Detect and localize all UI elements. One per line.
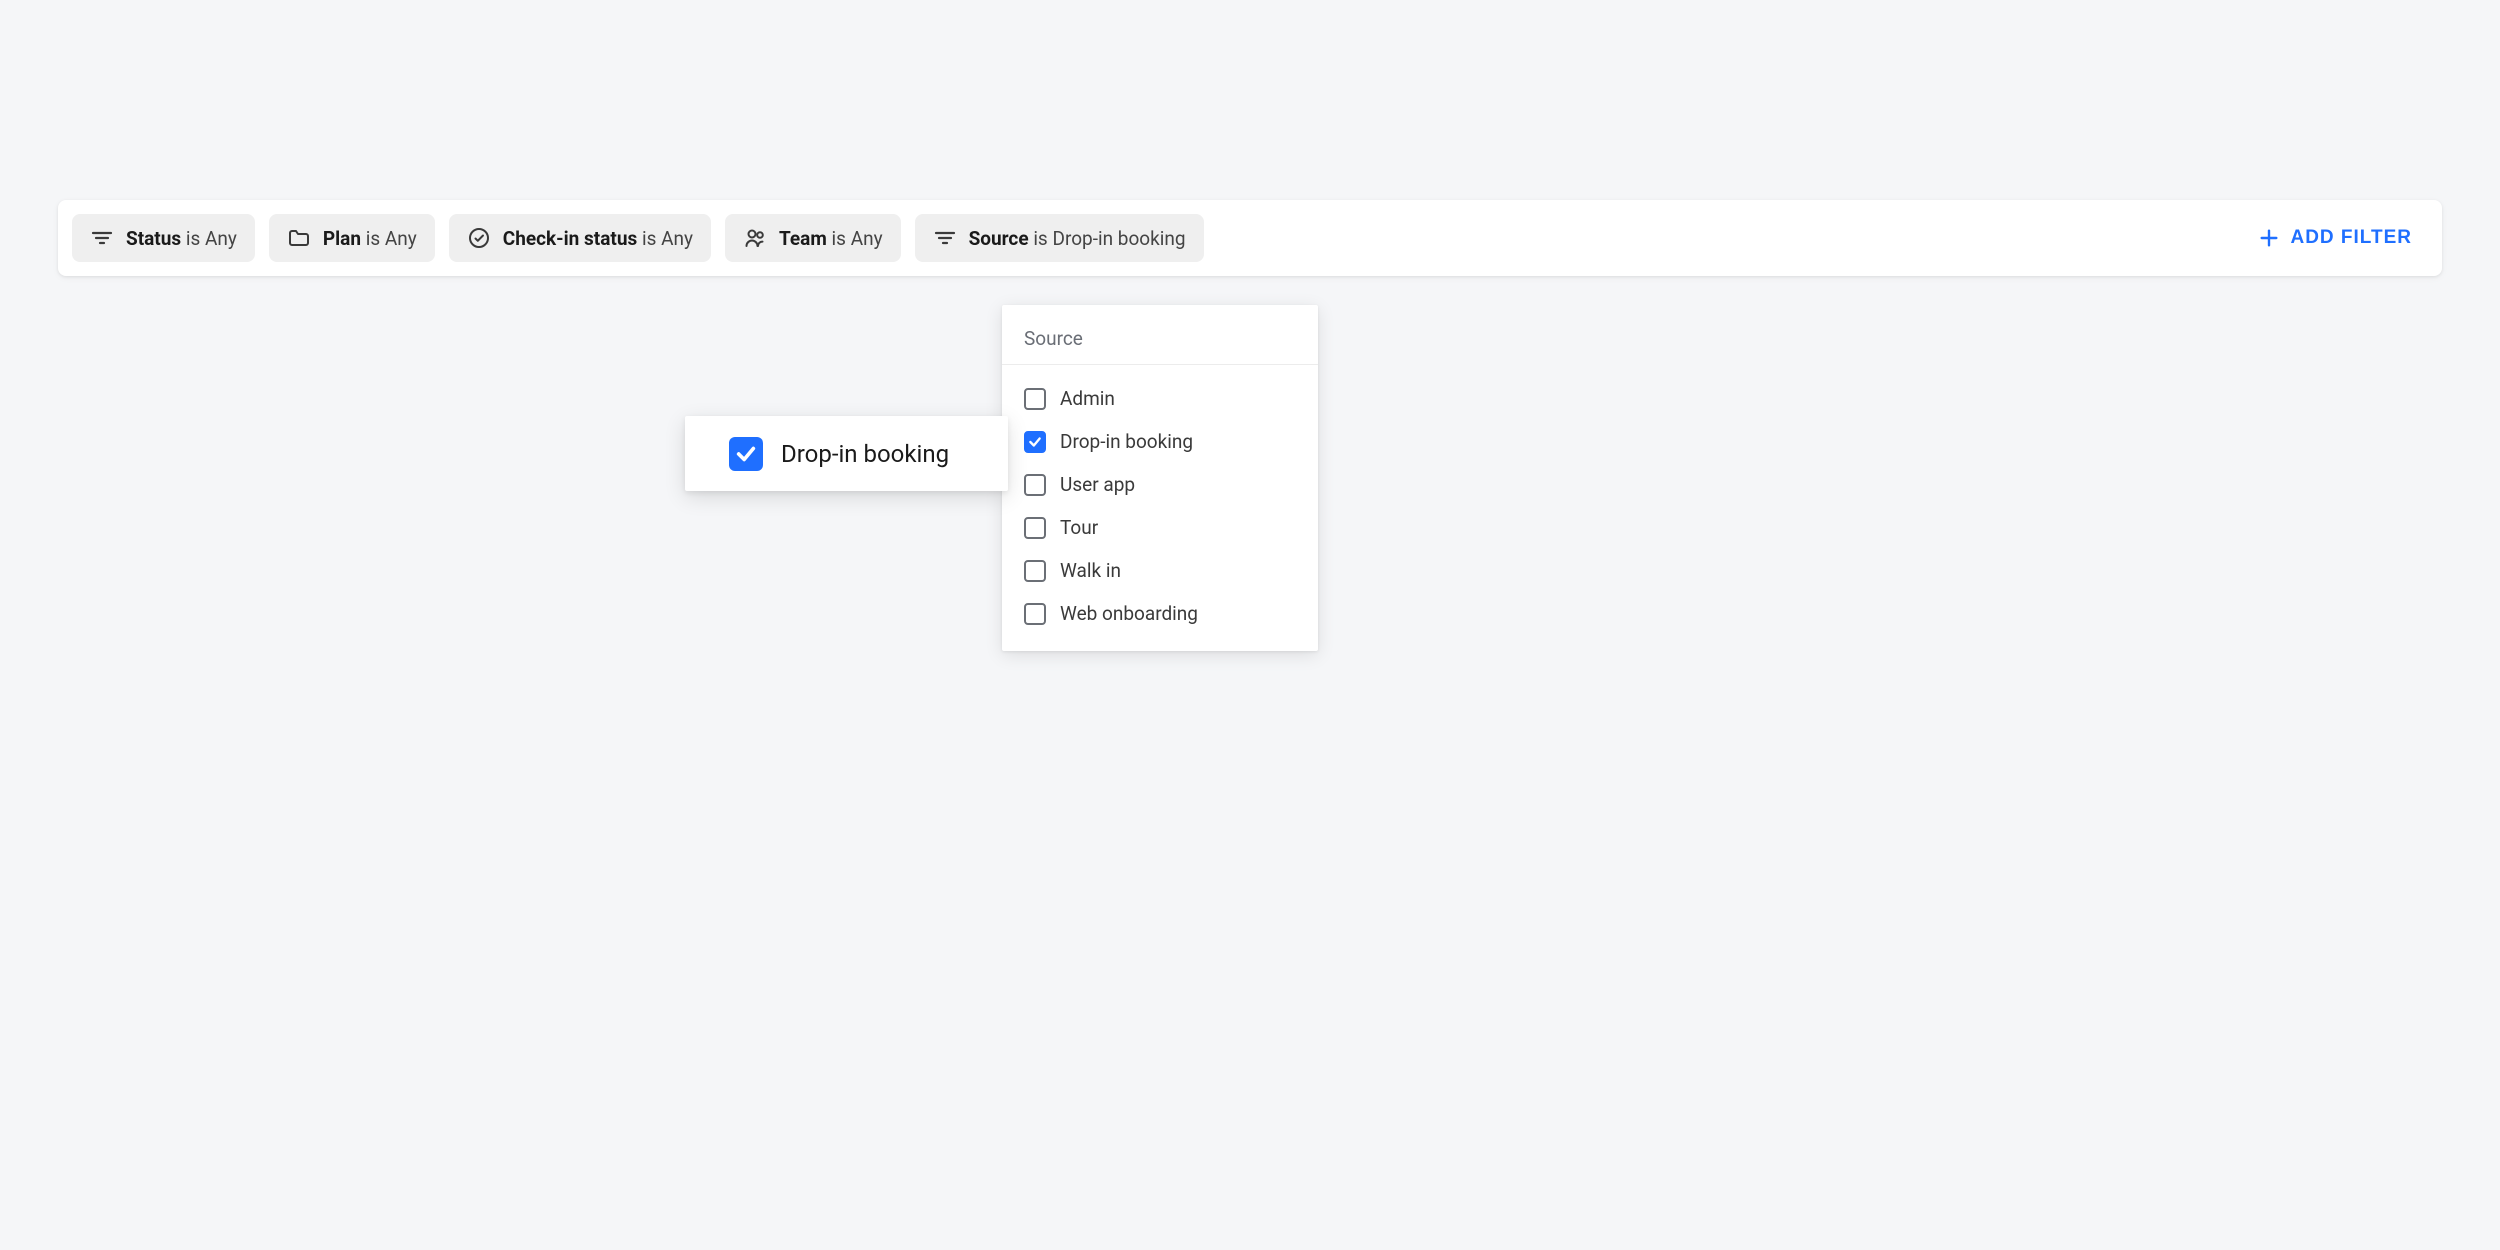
chip-text: Source is Drop-in booking [969, 227, 1186, 250]
checkbox[interactable] [1024, 603, 1046, 625]
highlight-label: Drop-in booking [781, 440, 949, 468]
dropdown-item-label: Drop-in booking [1060, 430, 1193, 453]
dropdown-items: Admin Drop-in booking User app Tour Walk… [1002, 365, 1318, 651]
chip-operator: is [832, 227, 846, 250]
filter-chip-plan[interactable]: Plan is Any [269, 214, 435, 262]
filter-icon [933, 226, 957, 250]
chip-text: Check-in status is Any [503, 227, 693, 250]
chip-operator: is [366, 227, 380, 250]
check-circle-icon [467, 226, 491, 250]
chip-label: Check-in status [503, 227, 637, 250]
dropdown-item-label: Walk in [1060, 559, 1121, 582]
chip-text: Status is Any [126, 227, 237, 250]
filter-bar: Status is Any Plan is Any Check-in statu… [58, 200, 2442, 276]
checkbox[interactable] [1024, 560, 1046, 582]
dropdown-item-tour[interactable]: Tour [1002, 506, 1318, 549]
chip-value: Any [661, 227, 693, 250]
chip-text: Plan is Any [323, 227, 417, 250]
dropdown-item-label: User app [1060, 473, 1135, 496]
plus-icon [2258, 227, 2280, 249]
source-dropdown: Source Admin Drop-in booking User app To… [1002, 305, 1318, 651]
dropdown-item-label: Web onboarding [1060, 602, 1198, 625]
dropdown-title: Source [1002, 305, 1318, 365]
dropdown-item-label: Tour [1060, 516, 1098, 539]
dropdown-item-walk-in[interactable]: Walk in [1002, 549, 1318, 592]
filter-chip-status[interactable]: Status is Any [72, 214, 255, 262]
chip-text: Team is Any [779, 227, 883, 250]
folder-icon [287, 226, 311, 250]
chip-operator: is [642, 227, 656, 250]
checkbox[interactable] [1024, 474, 1046, 496]
chip-label: Source [969, 227, 1029, 250]
add-filter-label: ADD FILTER [2290, 227, 2412, 249]
chip-label: Status [126, 227, 181, 250]
filter-icon [90, 226, 114, 250]
chip-label: Team [779, 227, 827, 250]
chip-value: Any [851, 227, 883, 250]
checkbox[interactable] [1024, 388, 1046, 410]
dropdown-item-label: Admin [1060, 387, 1115, 410]
chip-value: Drop-in booking [1052, 227, 1185, 250]
add-filter-button[interactable]: ADD FILTER [2242, 215, 2428, 261]
checkbox-checked[interactable] [729, 437, 763, 471]
dropdown-item-web-onboarding[interactable]: Web onboarding [1002, 592, 1318, 635]
chip-value: Any [205, 227, 237, 250]
dropdown-item-drop-in-booking[interactable]: Drop-in booking [1002, 420, 1318, 463]
highlight-card: Drop-in booking [685, 416, 1008, 491]
filter-chip-team[interactable]: Team is Any [725, 214, 901, 262]
filter-chip-source[interactable]: Source is Drop-in booking [915, 214, 1204, 262]
filter-chip-checkin-status[interactable]: Check-in status is Any [449, 214, 711, 262]
team-icon [743, 226, 767, 250]
dropdown-item-admin[interactable]: Admin [1002, 377, 1318, 420]
checkbox-checked[interactable] [1024, 431, 1046, 453]
chip-label: Plan [323, 227, 361, 250]
checkbox[interactable] [1024, 517, 1046, 539]
chip-value: Any [385, 227, 417, 250]
dropdown-item-user-app[interactable]: User app [1002, 463, 1318, 506]
chip-operator: is [1033, 227, 1047, 250]
chip-operator: is [186, 227, 200, 250]
